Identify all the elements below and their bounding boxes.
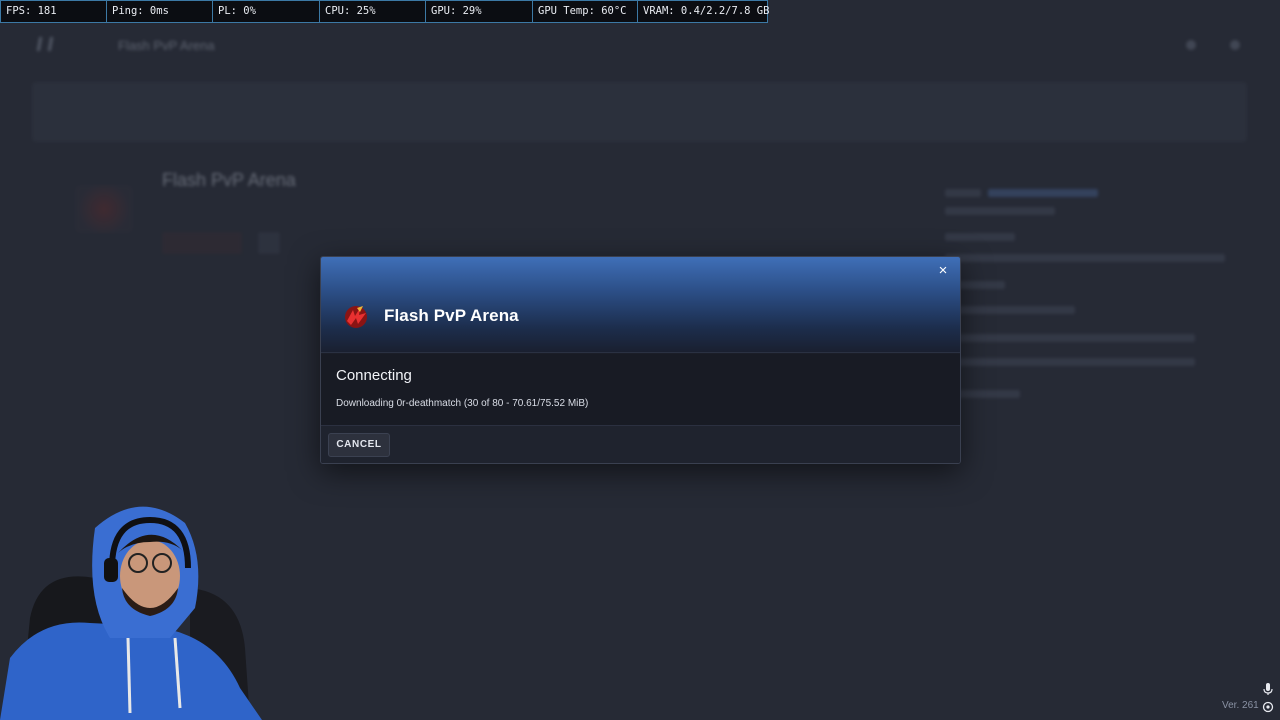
background-line — [945, 254, 1225, 262]
background-link — [988, 189, 1098, 197]
gpu-temp-readout: GPU Temp: 60°C — [533, 0, 638, 23]
dialog-header: × Flash PvP Arena — [321, 257, 960, 353]
server-logo-icon — [345, 306, 367, 328]
background-line — [945, 306, 1075, 314]
background-play-button — [162, 232, 242, 254]
background-banner — [32, 82, 1247, 142]
background-server-name: Flash PvP Arena — [162, 170, 296, 190]
gpu-readout: GPU: 29% — [426, 0, 533, 23]
vram-readout: VRAM: 0.4/2.2/7.8 GB — [638, 0, 769, 23]
background-line — [945, 189, 981, 197]
menu-icon — [1230, 40, 1240, 50]
background-line — [945, 233, 1015, 241]
background-line — [945, 358, 1195, 366]
background-favorite-icon — [258, 232, 280, 254]
download-status: Downloading 0r-deathmatch (30 of 80 - 70… — [336, 398, 589, 409]
background-server-icon — [75, 185, 133, 233]
packet-loss-readout: PL: 0% — [213, 0, 320, 23]
fps-readout: FPS: 181 — [0, 0, 107, 23]
performance-overlay: FPS: 181 Ping: 0ms PL: 0% CPU: 25% GPU: … — [0, 0, 769, 23]
target-icon[interactable] — [1262, 701, 1274, 713]
cancel-button[interactable]: CANCEL — [328, 433, 390, 457]
version-label: Ver. 261 — [1222, 700, 1259, 711]
status-title: Connecting — [336, 367, 412, 384]
dialog-title: Flash PvP Arena — [384, 306, 519, 325]
connecting-dialog: × Flash PvP Arena Connecting Downloading… — [320, 256, 961, 464]
background-line — [945, 207, 1055, 215]
webcam-overlay — [0, 506, 262, 720]
ping-readout: Ping: 0ms — [107, 0, 213, 23]
notification-icon — [1186, 40, 1196, 50]
microphone-icon[interactable] — [1262, 682, 1274, 696]
dialog-body: Connecting Downloading 0r-deathmatch (30… — [321, 354, 960, 425]
background-app-title: Flash PvP Arena — [118, 38, 215, 53]
app-logo-icon — [36, 37, 54, 51]
background-line — [945, 334, 1195, 342]
close-icon[interactable]: × — [934, 262, 952, 280]
cpu-readout: CPU: 25% — [320, 0, 426, 23]
dialog-footer: CANCEL — [321, 425, 960, 463]
